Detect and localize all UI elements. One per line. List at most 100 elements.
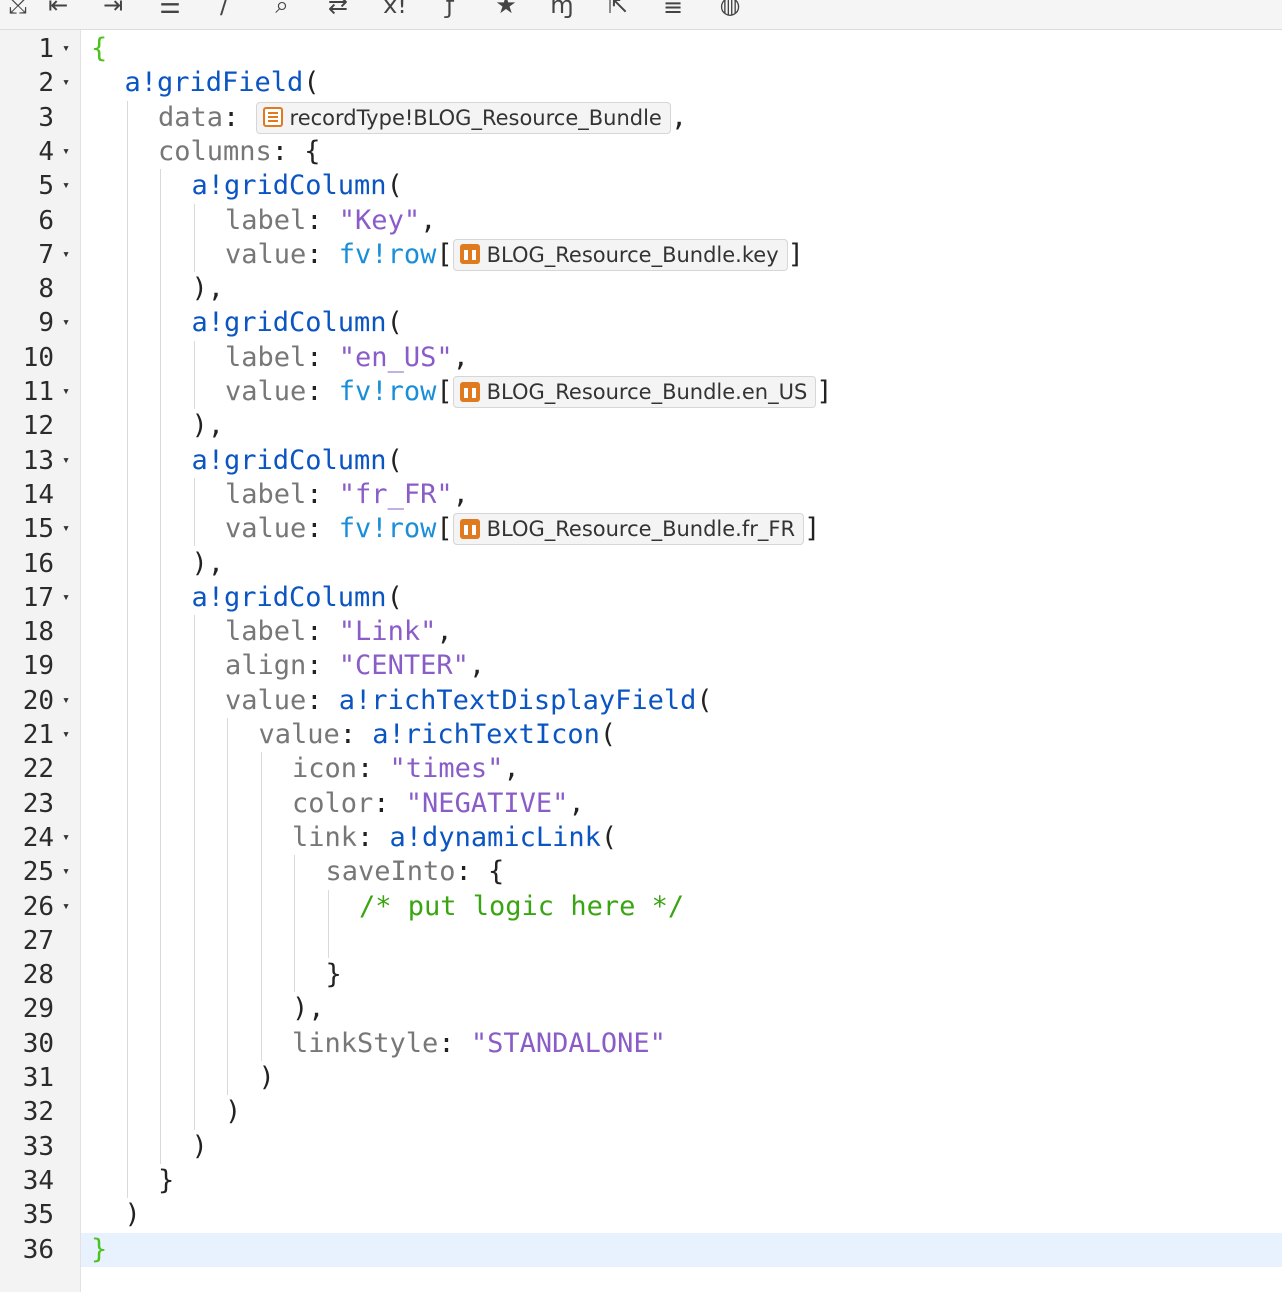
brace: { bbox=[91, 33, 108, 64]
code-area[interactable]: { a!gridField(data: recordType!BLOG_Resou… bbox=[81, 30, 1282, 1292]
string-literal: "Key" bbox=[338, 204, 421, 236]
code-line[interactable]: } bbox=[81, 958, 1282, 992]
line-number: 7 bbox=[38, 239, 54, 270]
code-line[interactable]: icon: "times", bbox=[81, 752, 1282, 786]
fold-toggle-icon[interactable]: ▾ bbox=[58, 718, 74, 752]
export-icon[interactable]: ⇱ bbox=[603, 0, 633, 20]
code-line[interactable]: color: "NEGATIVE", bbox=[81, 787, 1282, 821]
outdent-icon[interactable]: ⇤ bbox=[43, 0, 73, 20]
code-line[interactable]: value: fv!row[BLOG_Resource_Bundle.fr_FR… bbox=[81, 512, 1282, 546]
list-icon[interactable]: ☰ bbox=[155, 0, 185, 20]
code-line[interactable]: ), bbox=[81, 409, 1282, 443]
function-name: a!gridColumn bbox=[191, 307, 387, 339]
rule-icon[interactable]: ɱ bbox=[547, 0, 577, 20]
code-line-content: a!gridField( bbox=[125, 66, 320, 100]
code-line[interactable]: value: a!richTextIcon( bbox=[81, 718, 1282, 752]
fold-toggle-icon[interactable]: ▾ bbox=[58, 238, 74, 272]
fold-toggle-icon[interactable]: ▾ bbox=[58, 821, 74, 855]
comment-icon[interactable]: / bbox=[209, 0, 239, 20]
fold-toggle-icon[interactable]: ▾ bbox=[58, 135, 74, 169]
code-line-content: linkStyle: "STANDALONE" bbox=[292, 1027, 666, 1061]
code-line[interactable]: value: fv!row[BLOG_Resource_Bundle.key] bbox=[81, 238, 1282, 272]
code-line[interactable]: value: a!richTextDisplayField( bbox=[81, 684, 1282, 718]
record-field-chip[interactable]: BLOG_Resource_Bundle.key bbox=[452, 238, 788, 271]
fold-toggle-icon[interactable]: ▾ bbox=[58, 32, 74, 66]
format-icon[interactable]: ⤩ bbox=[3, 0, 33, 20]
favorite-icon[interactable]: ★ bbox=[491, 0, 521, 20]
punctuation: , bbox=[568, 787, 585, 819]
code-line[interactable]: { bbox=[81, 32, 1282, 66]
code-line[interactable]: ), bbox=[81, 992, 1282, 1026]
code-line[interactable]: columns: { bbox=[81, 135, 1282, 169]
code-line[interactable]: } bbox=[81, 1164, 1282, 1198]
code-line[interactable]: value: fv!row[BLOG_Resource_Bundle.en_US… bbox=[81, 375, 1282, 409]
code-line[interactable]: saveInto: { bbox=[81, 855, 1282, 889]
code-line[interactable]: ) bbox=[81, 1095, 1282, 1129]
code-line[interactable]: link: a!dynamicLink( bbox=[81, 821, 1282, 855]
code-line[interactable]: a!gridColumn( bbox=[81, 581, 1282, 615]
fold-toggle-icon[interactable]: ▾ bbox=[58, 890, 74, 924]
indent-icon[interactable]: ⇥ bbox=[98, 0, 128, 20]
parameter-key: label bbox=[225, 204, 307, 236]
function-name: a!gridField bbox=[124, 67, 304, 99]
code-line[interactable]: linkStyle: "STANDALONE" bbox=[81, 1027, 1282, 1061]
code-line[interactable]: a!gridColumn( bbox=[81, 444, 1282, 478]
find-icon[interactable]: ≣ bbox=[658, 0, 688, 20]
code-line[interactable]: label: "Link", bbox=[81, 615, 1282, 649]
punctuation: : { bbox=[271, 135, 321, 167]
format-icon-glyph: ⤩ bbox=[8, 0, 28, 19]
search-icon[interactable]: ⌕ bbox=[267, 0, 297, 20]
chip-label: recordType!BLOG_Resource_Bundle bbox=[289, 105, 662, 130]
code-line[interactable]: ) bbox=[81, 1130, 1282, 1164]
fold-toggle-icon[interactable]: ▾ bbox=[58, 306, 74, 340]
record-type-chip[interactable]: recordType!BLOG_Resource_Bundle bbox=[255, 101, 671, 134]
function-icon[interactable]: ƒ bbox=[435, 0, 465, 20]
expression-editor[interactable]: 1 ▾ 2 ▾ 3 4 ▾ 5 ▾ 6 7 ▾ 8 9 ▾ 10 11 ▾ 12 13 ▾ 14 15 ▾ 16 17 ▾ 18 19 2… bbox=[0, 30, 1282, 1292]
code-line[interactable]: a!gridField( bbox=[81, 66, 1282, 100]
fold-toggle-icon[interactable]: ▾ bbox=[58, 684, 74, 718]
fold-toggle-icon[interactable]: ▾ bbox=[58, 169, 74, 203]
fold-toggle-icon[interactable]: ▾ bbox=[58, 581, 74, 615]
punctuation: , bbox=[452, 478, 469, 510]
parameter-key: link bbox=[292, 821, 358, 853]
code-line[interactable]: label: "fr_FR", bbox=[81, 478, 1282, 512]
code-line[interactable]: label: "Key", bbox=[81, 204, 1282, 238]
record-field-chip[interactable]: BLOG_Resource_Bundle.fr_FR bbox=[452, 513, 805, 546]
punctuation: : bbox=[306, 513, 339, 545]
parameter-key: saveInto bbox=[325, 856, 456, 888]
parameter-key: value bbox=[258, 719, 340, 750]
line-number: 4 bbox=[38, 136, 54, 167]
line-number: 32 bbox=[22, 1097, 54, 1128]
code-line[interactable]: a!gridColumn( bbox=[81, 169, 1282, 203]
code-line-content: } bbox=[158, 1164, 174, 1198]
string-literal: "Link" bbox=[338, 616, 437, 648]
fold-toggle-icon[interactable]: ▾ bbox=[58, 66, 74, 100]
code-line[interactable]: ) bbox=[81, 1061, 1282, 1095]
find-icon-glyph: ≣ bbox=[662, 0, 684, 19]
fold-toggle-icon[interactable]: ▾ bbox=[58, 512, 74, 546]
code-line[interactable]: ) bbox=[81, 1198, 1282, 1232]
fold-toggle-icon[interactable]: ▾ bbox=[58, 444, 74, 478]
web-icon[interactable]: ◍ bbox=[715, 0, 745, 20]
variable-icon[interactable]: x! bbox=[380, 0, 410, 20]
record-field-chip[interactable]: BLOG_Resource_Bundle.en_US bbox=[452, 376, 817, 408]
code-line[interactable]: label: "en_US", bbox=[81, 341, 1282, 375]
code-line[interactable]: ), bbox=[81, 547, 1282, 581]
code-line[interactable]: ), bbox=[81, 272, 1282, 306]
code-line[interactable]: align: "CENTER", bbox=[81, 649, 1282, 683]
code-line-content: align: "CENTER", bbox=[225, 649, 485, 683]
code-line-content: value: a!richTextIcon( bbox=[259, 718, 617, 752]
active-code-line[interactable]: } bbox=[81, 1232, 1282, 1267]
fold-toggle-icon[interactable]: ▾ bbox=[58, 855, 74, 889]
record-field-icon bbox=[459, 244, 480, 265]
code-line[interactable]: a!gridColumn( bbox=[81, 306, 1282, 340]
code-line[interactable] bbox=[81, 924, 1282, 958]
code-line[interactable]: /* put logic here */ bbox=[81, 890, 1282, 924]
line-number: 13 bbox=[22, 445, 54, 476]
punctuation: ), bbox=[292, 993, 325, 1025]
line-number: 11 bbox=[22, 377, 54, 407]
punctuation: } bbox=[158, 1164, 175, 1196]
code-line[interactable]: data: recordType!BLOG_Resource_Bundle, bbox=[81, 101, 1282, 135]
replace-icon[interactable]: ⇄ bbox=[323, 0, 353, 20]
fold-toggle-icon[interactable]: ▾ bbox=[58, 375, 74, 409]
